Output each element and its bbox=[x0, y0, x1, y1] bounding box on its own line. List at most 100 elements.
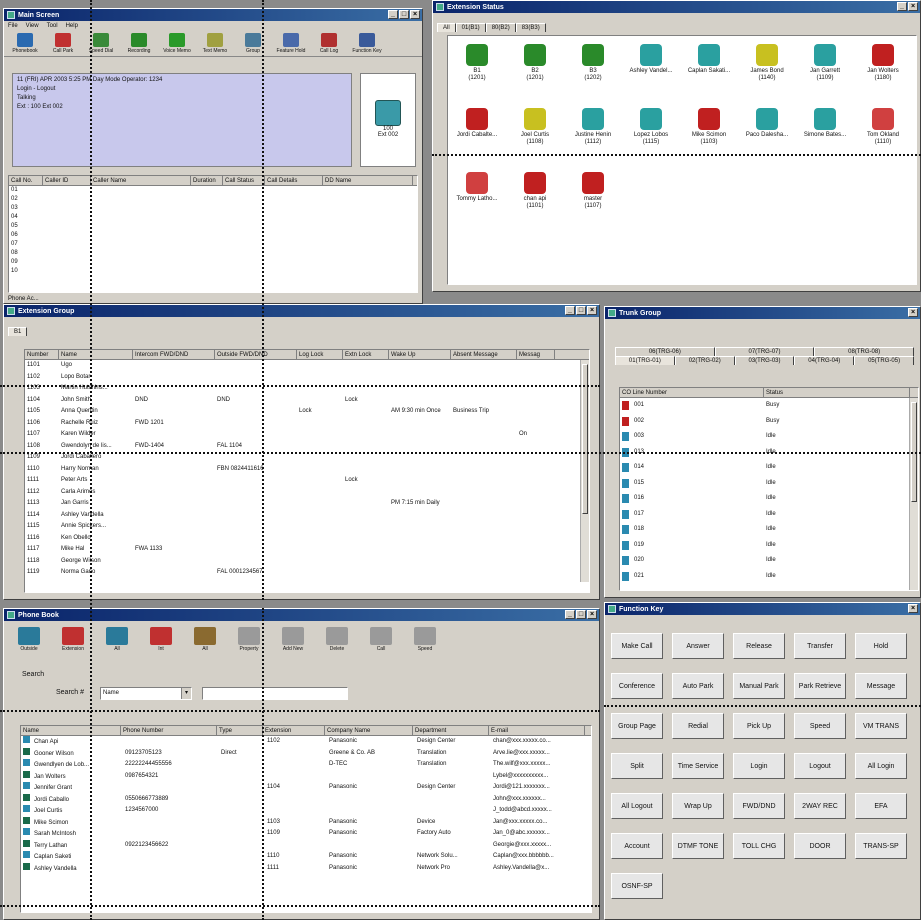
extension-phone[interactable]: Tom Okland (1110) bbox=[860, 108, 906, 146]
function-key-button[interactable]: Account bbox=[611, 833, 663, 859]
tab-trunk-group[interactable]: 07(TRG-07) bbox=[714, 347, 815, 356]
toolbar-button[interactable]: Phonebook bbox=[8, 33, 42, 54]
table-row[interactable]: Jan Wolters 0987654321 Lybel@xxxxxxxxxx... bbox=[21, 770, 591, 783]
maximize-button[interactable]: □ bbox=[576, 610, 586, 619]
phone-book-tool-button[interactable]: Speed bbox=[406, 627, 444, 652]
function-key-button[interactable]: Speed bbox=[794, 713, 846, 739]
table-row[interactable]: 001 Busy bbox=[620, 398, 918, 414]
table-row[interactable]: 01 bbox=[9, 186, 417, 195]
function-key-button[interactable]: Redial bbox=[672, 713, 724, 739]
table-row[interactable]: Jennifer Grant 1104 Panasonic Design Center… bbox=[21, 782, 591, 794]
tab-trunk-group[interactable]: 08(TRG-08) bbox=[814, 347, 915, 356]
column-header[interactable]: Type bbox=[217, 726, 263, 735]
function-key-button[interactable]: FWD/DND bbox=[733, 793, 785, 819]
table-row[interactable]: 03 bbox=[9, 204, 417, 213]
function-key-button[interactable]: 2WAY REC bbox=[794, 793, 846, 819]
table-row[interactable]: Mike Scimon 1103 Panasonic Device Jan@xxx.xx… bbox=[21, 816, 591, 829]
table-row[interactable]: 1113 Jan Garris PM 7:15 min Daily bbox=[25, 498, 589, 510]
table-row[interactable]: 017 Idle bbox=[620, 507, 918, 523]
tab-trunk-group[interactable]: 02(TRG-02) bbox=[674, 356, 735, 365]
function-key-button[interactable]: Message bbox=[855, 673, 907, 699]
table-row[interactable]: 003 Idle bbox=[620, 429, 918, 445]
tab-extension-1[interactable]: 01(B1) bbox=[455, 23, 486, 32]
toolbar-button[interactable]: Feature Hold bbox=[274, 33, 308, 54]
toolbar-button[interactable]: Recording bbox=[122, 33, 156, 54]
extension-phone[interactable]: Simone Bates... bbox=[802, 108, 848, 139]
column-header[interactable]: CO Line Number bbox=[620, 388, 764, 397]
minimize-button[interactable]: _ bbox=[388, 10, 398, 19]
close-button[interactable]: × bbox=[908, 2, 918, 11]
table-row[interactable]: 1102 Lopo Botar bbox=[25, 372, 589, 384]
minimize-button[interactable]: _ bbox=[565, 610, 575, 619]
minimize-button[interactable]: _ bbox=[897, 2, 907, 11]
extension-phone[interactable]: chan api (1101) bbox=[512, 172, 558, 210]
phone-book-tool-button[interactable]: Extension bbox=[54, 627, 92, 652]
function-key-button[interactable]: Conference bbox=[611, 673, 663, 699]
toolbar-button[interactable]: Group bbox=[236, 33, 270, 54]
table-row[interactable]: 020 Idle bbox=[620, 553, 918, 569]
table-row[interactable]: 1101 Ugo bbox=[25, 360, 589, 372]
trunk-line-list[interactable]: CO Line Number Status 001 Busy 002 Busy 003 Id… bbox=[619, 387, 919, 591]
extension-phone[interactable]: Tommy Latho... bbox=[454, 172, 500, 203]
extension-group-titlebar[interactable]: Extension Group _ □ × bbox=[4, 305, 599, 317]
function-key-button[interactable]: Transfer bbox=[794, 633, 846, 659]
table-row[interactable]: 1116 Ken Obello bbox=[25, 533, 589, 545]
tab-b1[interactable]: B1 bbox=[8, 327, 28, 336]
column-header[interactable]: DD Name bbox=[323, 176, 413, 185]
table-row[interactable]: 1117 Mike Hal FWA 1133 bbox=[25, 544, 589, 556]
toolbar-button[interactable]: Call Log bbox=[312, 33, 346, 54]
table-row[interactable]: 1112 Carla Arimos bbox=[25, 487, 589, 499]
function-key-button[interactable]: Group Page bbox=[611, 713, 663, 739]
search-by-select[interactable]: Name ▾ bbox=[100, 687, 192, 700]
function-key-button[interactable]: Release bbox=[733, 633, 785, 659]
close-button[interactable]: × bbox=[908, 308, 918, 317]
extension-phone[interactable]: Joel Curtis (1108) bbox=[512, 108, 558, 146]
table-row[interactable]: Gooner Wilson 09123705123 Direct Greene & C… bbox=[21, 747, 591, 760]
column-header[interactable]: Name bbox=[21, 726, 121, 735]
function-key-button[interactable]: Make Call bbox=[611, 633, 663, 659]
column-header[interactable]: Extension bbox=[263, 726, 325, 735]
menu-item[interactable]: View bbox=[26, 23, 39, 29]
table-row[interactable]: 019 Idle bbox=[620, 538, 918, 554]
column-header[interactable]: Number bbox=[25, 350, 59, 359]
function-key-button[interactable]: Park Retrieve bbox=[794, 673, 846, 699]
table-row[interactable]: 1118 George Wilson bbox=[25, 556, 589, 568]
table-row[interactable]: Terry Lathan 0922123456622 Georgie@xxx.xxx… bbox=[21, 839, 591, 852]
maximize-button[interactable]: □ bbox=[399, 10, 409, 19]
phone-book-table[interactable]: Name Phone Number Type Extension Company Nam… bbox=[20, 725, 592, 913]
table-row[interactable]: 05 bbox=[9, 222, 417, 231]
function-key-button[interactable]: Time Service bbox=[672, 753, 724, 779]
table-row[interactable]: 07 bbox=[9, 240, 417, 249]
extension-phone[interactable]: master (1107) bbox=[570, 172, 616, 210]
table-row[interactable]: 1105 Anna Quentin Lock AM 9:30 min Once Busi… bbox=[25, 406, 589, 418]
menu-item[interactable]: Tool bbox=[47, 23, 58, 29]
tab-trunk-group[interactable]: 06(TRG-06) bbox=[615, 347, 715, 356]
function-key-button[interactable]: VM TRANS bbox=[855, 713, 907, 739]
extension-phone[interactable]: Mike Scimon (1103) bbox=[686, 108, 732, 146]
tab-extension-0[interactable]: All bbox=[437, 23, 456, 32]
vertical-scrollbar[interactable] bbox=[909, 398, 918, 590]
extension-phone[interactable]: Ashley Vandel... bbox=[628, 44, 674, 75]
menu-item[interactable]: Help bbox=[66, 23, 78, 29]
function-key-button[interactable]: Hold bbox=[855, 633, 907, 659]
column-header[interactable]: Company Name bbox=[325, 726, 413, 735]
column-header[interactable]: Call Status bbox=[223, 176, 265, 185]
function-key-button[interactable]: All Login bbox=[855, 753, 907, 779]
extension-phone[interactable]: Paco Dalesha... bbox=[744, 108, 790, 139]
function-key-button[interactable]: All Logout bbox=[611, 793, 663, 819]
extension-phone[interactable]: Jordi Cabalte... bbox=[454, 108, 500, 139]
extension-phone[interactable]: Jan Garrett (1109) bbox=[802, 44, 848, 82]
table-row[interactable]: 018 Idle bbox=[620, 522, 918, 538]
table-row[interactable]: 1106 Rachelle Ruiz FWD 1201 bbox=[25, 418, 589, 430]
phone-book-tool-button[interactable]: Call bbox=[362, 627, 400, 652]
column-header[interactable]: Call Details bbox=[265, 176, 323, 185]
toolbar-button[interactable]: Text Memo bbox=[198, 33, 232, 54]
table-row[interactable]: Caplan Saketi 1110 Panasonic Network Solu..… bbox=[21, 851, 591, 863]
table-row[interactable]: 1111 Peter Arts Lock bbox=[25, 475, 589, 487]
table-row[interactable]: 09 bbox=[9, 258, 417, 267]
function-key-button[interactable]: TRANS-SP bbox=[855, 833, 907, 859]
extension-phone[interactable]: B3 (1202) bbox=[570, 44, 616, 82]
table-row[interactable]: Chan Api 1102 Panasonic Design Center chan@x… bbox=[21, 736, 591, 748]
column-header[interactable]: E-mail bbox=[489, 726, 585, 735]
tab-extension-3[interactable]: 83(B3) bbox=[515, 23, 546, 32]
